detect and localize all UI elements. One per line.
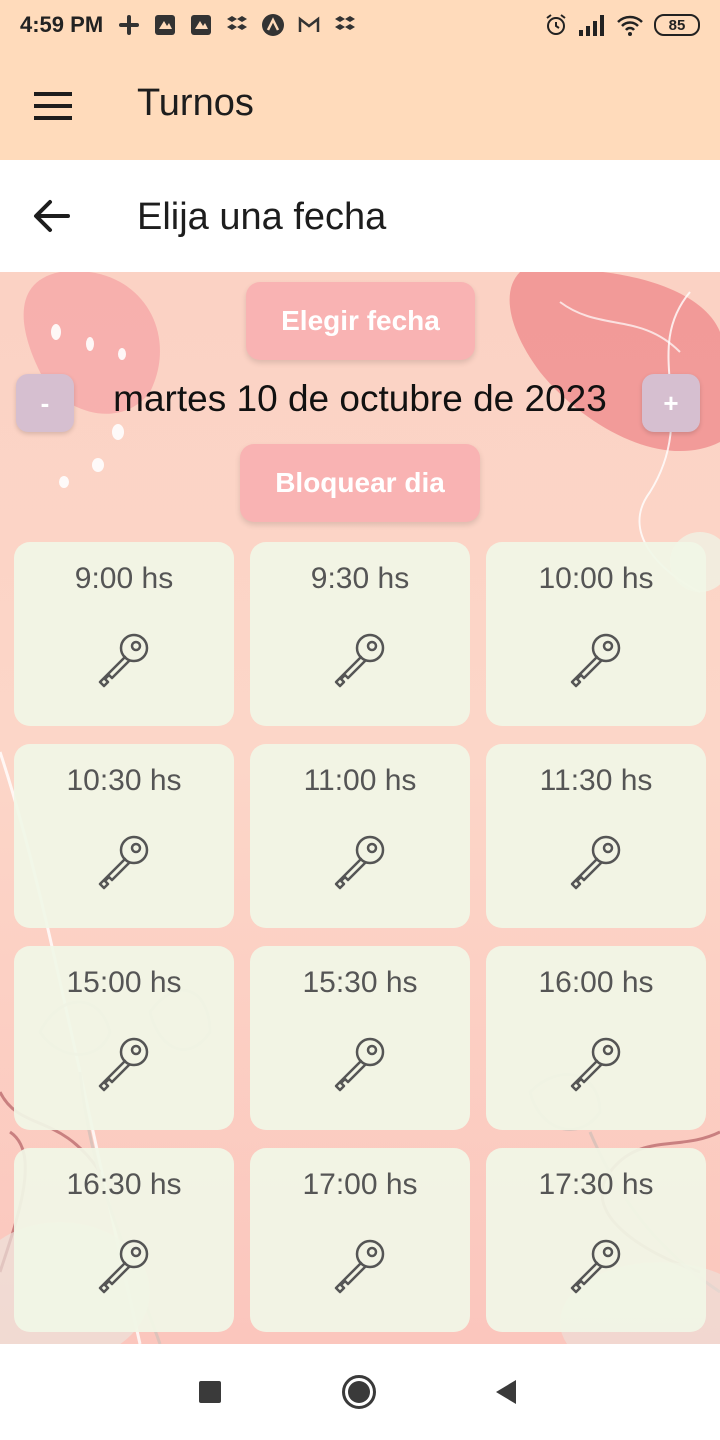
key-icon [98, 1239, 149, 1294]
recents-icon[interactable] [199, 1381, 221, 1403]
status-right: 85 [544, 13, 700, 37]
time-slot[interactable]: 15:00 hs [14, 946, 234, 1130]
arrow-left-icon[interactable] [32, 198, 72, 234]
wifi-icon [617, 15, 643, 36]
app-title: Turnos [137, 82, 254, 124]
time-slot[interactable]: 16:00 hs [486, 946, 706, 1130]
previous-day-button[interactable]: - [16, 374, 74, 432]
key-icon [334, 835, 385, 890]
slot-time: 17:00 hs [302, 1168, 418, 1201]
time-slot[interactable]: 17:00 hs [250, 1148, 470, 1332]
time-slot[interactable]: 17:30 hs [486, 1148, 706, 1332]
back-icon[interactable] [494, 1379, 518, 1405]
slot-time: 17:30 hs [538, 1168, 654, 1201]
time-slot[interactable]: 15:30 hs [250, 946, 470, 1130]
slot-time: 15:00 hs [66, 966, 182, 999]
slot-time: 11:30 hs [539, 764, 653, 797]
status-time: 4:59 PM [20, 12, 104, 37]
time-slot[interactable]: 16:30 hs [14, 1148, 234, 1332]
slot-time: 16:00 hs [538, 966, 654, 999]
key-icon [570, 835, 621, 890]
schedule-content: Elegir fecha - martes 10 de octubre de 2… [0, 272, 720, 1344]
signal-icon [579, 15, 604, 36]
time-slot[interactable]: 10:00 hs [486, 542, 706, 726]
battery-icon: 85 [654, 14, 700, 36]
notification-icons [117, 13, 357, 37]
time-slot[interactable]: 10:30 hs [14, 744, 234, 928]
slot-time: 10:30 hs [66, 764, 182, 797]
key-icon [98, 633, 149, 688]
slack-icon [119, 15, 140, 35]
key-icon [570, 633, 621, 688]
slot-time: 11:00 hs [303, 764, 417, 797]
alarm-icon [546, 14, 566, 35]
key-icon [98, 835, 149, 890]
time-slot[interactable]: 9:00 hs [14, 542, 234, 726]
time-slot[interactable]: 11:30 hs [486, 744, 706, 928]
selected-date: martes 10 de octubre de 2023 [113, 378, 607, 419]
next-day-button[interactable]: + [642, 374, 700, 432]
key-icon [334, 633, 385, 688]
slot-time: 16:30 hs [66, 1168, 182, 1201]
key-icon [334, 1239, 385, 1294]
arc-icon [262, 14, 285, 36]
key-icon [334, 1037, 385, 1092]
system-nav-bar [0, 1344, 720, 1440]
dropbox-icon [227, 16, 248, 30]
slot-time: 10:00 hs [538, 562, 654, 595]
choose-date-button[interactable]: Elegir fecha [246, 282, 475, 360]
key-icon [570, 1037, 621, 1092]
app-icon [191, 15, 212, 35]
key-icon [98, 1037, 149, 1092]
menu-icon[interactable] [34, 92, 72, 120]
slot-time: 9:30 hs [310, 562, 410, 595]
status-bar: 4:59 PM 85 [0, 0, 720, 50]
gmail-icon [298, 16, 320, 32]
sub-header: Elija una fecha [0, 160, 720, 272]
slot-time: 9:00 hs [74, 562, 174, 595]
app-bar: Turnos [0, 50, 720, 160]
app-icon [155, 15, 176, 35]
time-slot[interactable]: 11:00 hs [250, 744, 470, 928]
dropbox-icon [335, 16, 356, 30]
block-day-button[interactable]: Bloquear dia [240, 444, 480, 522]
page-title: Elija una fecha [137, 196, 387, 238]
key-icon [570, 1239, 621, 1294]
time-slot[interactable]: 9:30 hs [250, 542, 470, 726]
home-icon[interactable] [341, 1374, 377, 1410]
slot-time: 15:30 hs [302, 966, 418, 999]
time-slot-grid: 9:00 hs 9:30 hs 10:00 hs 10:30 hs 11:00 … [14, 542, 706, 1332]
